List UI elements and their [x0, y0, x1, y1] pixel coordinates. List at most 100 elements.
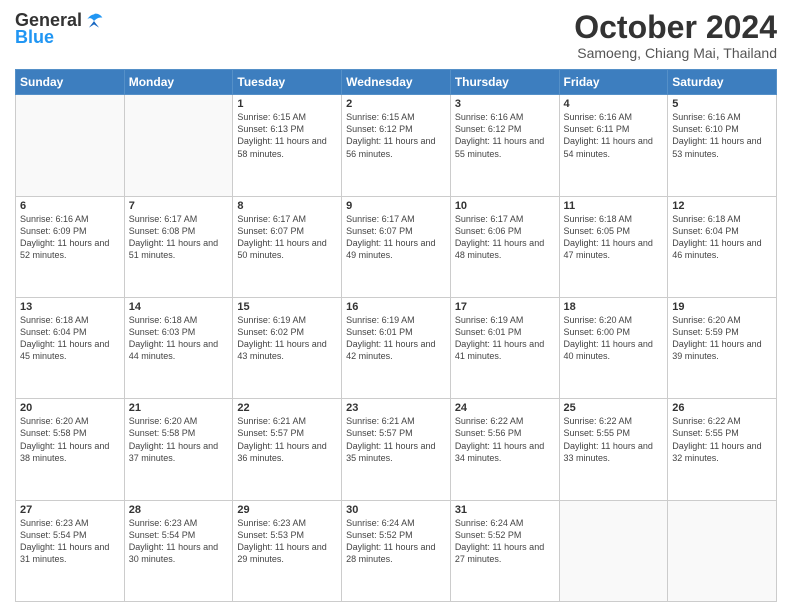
day-info: Sunrise: 6:18 AM Sunset: 6:04 PM Dayligh…	[672, 213, 772, 262]
day-info: Sunrise: 6:19 AM Sunset: 6:02 PM Dayligh…	[237, 314, 337, 363]
day-info: Sunrise: 6:20 AM Sunset: 5:58 PM Dayligh…	[20, 415, 120, 464]
calendar-cell: 26Sunrise: 6:22 AM Sunset: 5:55 PM Dayli…	[668, 399, 777, 500]
calendar-cell: 7Sunrise: 6:17 AM Sunset: 6:08 PM Daylig…	[124, 196, 233, 297]
day-number: 13	[20, 301, 120, 313]
calendar-header-row: SundayMondayTuesdayWednesdayThursdayFrid…	[16, 70, 777, 95]
day-number: 1	[237, 98, 337, 110]
calendar-cell: 23Sunrise: 6:21 AM Sunset: 5:57 PM Dayli…	[342, 399, 451, 500]
calendar-cell: 28Sunrise: 6:23 AM Sunset: 5:54 PM Dayli…	[124, 500, 233, 601]
calendar-cell	[559, 500, 668, 601]
day-info: Sunrise: 6:21 AM Sunset: 5:57 PM Dayligh…	[346, 415, 446, 464]
calendar-cell: 27Sunrise: 6:23 AM Sunset: 5:54 PM Dayli…	[16, 500, 125, 601]
subtitle: Samoeng, Chiang Mai, Thailand	[574, 45, 777, 61]
day-info: Sunrise: 6:21 AM Sunset: 5:57 PM Dayligh…	[237, 415, 337, 464]
calendar-cell: 2Sunrise: 6:15 AM Sunset: 6:12 PM Daylig…	[342, 95, 451, 196]
day-info: Sunrise: 6:16 AM Sunset: 6:11 PM Dayligh…	[564, 111, 664, 160]
day-info: Sunrise: 6:18 AM Sunset: 6:03 PM Dayligh…	[129, 314, 229, 363]
day-info: Sunrise: 6:16 AM Sunset: 6:12 PM Dayligh…	[455, 111, 555, 160]
day-info: Sunrise: 6:20 AM Sunset: 6:00 PM Dayligh…	[564, 314, 664, 363]
day-number: 7	[129, 200, 229, 212]
day-number: 5	[672, 98, 772, 110]
calendar-cell: 13Sunrise: 6:18 AM Sunset: 6:04 PM Dayli…	[16, 297, 125, 398]
calendar-week-0: 1Sunrise: 6:15 AM Sunset: 6:13 PM Daylig…	[16, 95, 777, 196]
calendar-cell: 31Sunrise: 6:24 AM Sunset: 5:52 PM Dayli…	[450, 500, 559, 601]
calendar-cell: 12Sunrise: 6:18 AM Sunset: 6:04 PM Dayli…	[668, 196, 777, 297]
weekday-header-monday: Monday	[124, 70, 233, 95]
calendar-cell: 24Sunrise: 6:22 AM Sunset: 5:56 PM Dayli…	[450, 399, 559, 500]
calendar-cell: 25Sunrise: 6:22 AM Sunset: 5:55 PM Dayli…	[559, 399, 668, 500]
calendar-cell: 29Sunrise: 6:23 AM Sunset: 5:53 PM Dayli…	[233, 500, 342, 601]
day-number: 20	[20, 402, 120, 414]
day-number: 11	[564, 200, 664, 212]
day-number: 29	[237, 504, 337, 516]
calendar-cell: 10Sunrise: 6:17 AM Sunset: 6:06 PM Dayli…	[450, 196, 559, 297]
day-number: 12	[672, 200, 772, 212]
calendar-cell: 9Sunrise: 6:17 AM Sunset: 6:07 PM Daylig…	[342, 196, 451, 297]
day-info: Sunrise: 6:23 AM Sunset: 5:54 PM Dayligh…	[129, 517, 229, 566]
day-number: 8	[237, 200, 337, 212]
weekday-header-friday: Friday	[559, 70, 668, 95]
day-number: 18	[564, 301, 664, 313]
day-number: 25	[564, 402, 664, 414]
weekday-header-saturday: Saturday	[668, 70, 777, 95]
day-info: Sunrise: 6:17 AM Sunset: 6:06 PM Dayligh…	[455, 213, 555, 262]
logo-bird-icon	[84, 11, 104, 31]
day-number: 31	[455, 504, 555, 516]
calendar-cell	[124, 95, 233, 196]
day-info: Sunrise: 6:24 AM Sunset: 5:52 PM Dayligh…	[455, 517, 555, 566]
calendar-cell: 16Sunrise: 6:19 AM Sunset: 6:01 PM Dayli…	[342, 297, 451, 398]
day-info: Sunrise: 6:18 AM Sunset: 6:05 PM Dayligh…	[564, 213, 664, 262]
calendar-week-4: 27Sunrise: 6:23 AM Sunset: 5:54 PM Dayli…	[16, 500, 777, 601]
logo: General Blue	[15, 10, 104, 48]
day-info: Sunrise: 6:16 AM Sunset: 6:10 PM Dayligh…	[672, 111, 772, 160]
calendar-week-1: 6Sunrise: 6:16 AM Sunset: 6:09 PM Daylig…	[16, 196, 777, 297]
day-number: 16	[346, 301, 446, 313]
day-info: Sunrise: 6:20 AM Sunset: 5:58 PM Dayligh…	[129, 415, 229, 464]
calendar-cell: 18Sunrise: 6:20 AM Sunset: 6:00 PM Dayli…	[559, 297, 668, 398]
calendar-cell: 30Sunrise: 6:24 AM Sunset: 5:52 PM Dayli…	[342, 500, 451, 601]
weekday-header-wednesday: Wednesday	[342, 70, 451, 95]
calendar-table: SundayMondayTuesdayWednesdayThursdayFrid…	[15, 69, 777, 602]
day-number: 26	[672, 402, 772, 414]
day-number: 6	[20, 200, 120, 212]
day-info: Sunrise: 6:15 AM Sunset: 6:12 PM Dayligh…	[346, 111, 446, 160]
calendar-cell: 8Sunrise: 6:17 AM Sunset: 6:07 PM Daylig…	[233, 196, 342, 297]
day-number: 17	[455, 301, 555, 313]
calendar-cell: 14Sunrise: 6:18 AM Sunset: 6:03 PM Dayli…	[124, 297, 233, 398]
calendar-week-3: 20Sunrise: 6:20 AM Sunset: 5:58 PM Dayli…	[16, 399, 777, 500]
day-info: Sunrise: 6:15 AM Sunset: 6:13 PM Dayligh…	[237, 111, 337, 160]
calendar-cell: 5Sunrise: 6:16 AM Sunset: 6:10 PM Daylig…	[668, 95, 777, 196]
day-number: 28	[129, 504, 229, 516]
calendar-cell: 19Sunrise: 6:20 AM Sunset: 5:59 PM Dayli…	[668, 297, 777, 398]
day-info: Sunrise: 6:20 AM Sunset: 5:59 PM Dayligh…	[672, 314, 772, 363]
calendar-cell	[668, 500, 777, 601]
day-number: 4	[564, 98, 664, 110]
day-info: Sunrise: 6:22 AM Sunset: 5:55 PM Dayligh…	[672, 415, 772, 464]
day-number: 22	[237, 402, 337, 414]
weekday-header-tuesday: Tuesday	[233, 70, 342, 95]
calendar-cell: 4Sunrise: 6:16 AM Sunset: 6:11 PM Daylig…	[559, 95, 668, 196]
day-info: Sunrise: 6:23 AM Sunset: 5:54 PM Dayligh…	[20, 517, 120, 566]
day-number: 24	[455, 402, 555, 414]
calendar-cell: 17Sunrise: 6:19 AM Sunset: 6:01 PM Dayli…	[450, 297, 559, 398]
weekday-header-thursday: Thursday	[450, 70, 559, 95]
day-info: Sunrise: 6:19 AM Sunset: 6:01 PM Dayligh…	[346, 314, 446, 363]
title-block: October 2024 Samoeng, Chiang Mai, Thaila…	[574, 10, 777, 61]
calendar-cell: 11Sunrise: 6:18 AM Sunset: 6:05 PM Dayli…	[559, 196, 668, 297]
day-info: Sunrise: 6:22 AM Sunset: 5:56 PM Dayligh…	[455, 415, 555, 464]
calendar-week-2: 13Sunrise: 6:18 AM Sunset: 6:04 PM Dayli…	[16, 297, 777, 398]
day-number: 19	[672, 301, 772, 313]
day-number: 30	[346, 504, 446, 516]
day-info: Sunrise: 6:16 AM Sunset: 6:09 PM Dayligh…	[20, 213, 120, 262]
calendar-cell: 1Sunrise: 6:15 AM Sunset: 6:13 PM Daylig…	[233, 95, 342, 196]
day-info: Sunrise: 6:19 AM Sunset: 6:01 PM Dayligh…	[455, 314, 555, 363]
day-number: 9	[346, 200, 446, 212]
header: General Blue October 2024 Samoeng, Chian…	[15, 10, 777, 61]
day-info: Sunrise: 6:18 AM Sunset: 6:04 PM Dayligh…	[20, 314, 120, 363]
day-number: 15	[237, 301, 337, 313]
calendar-cell	[16, 95, 125, 196]
day-number: 23	[346, 402, 446, 414]
day-info: Sunrise: 6:17 AM Sunset: 6:07 PM Dayligh…	[346, 213, 446, 262]
calendar-cell: 21Sunrise: 6:20 AM Sunset: 5:58 PM Dayli…	[124, 399, 233, 500]
day-number: 14	[129, 301, 229, 313]
